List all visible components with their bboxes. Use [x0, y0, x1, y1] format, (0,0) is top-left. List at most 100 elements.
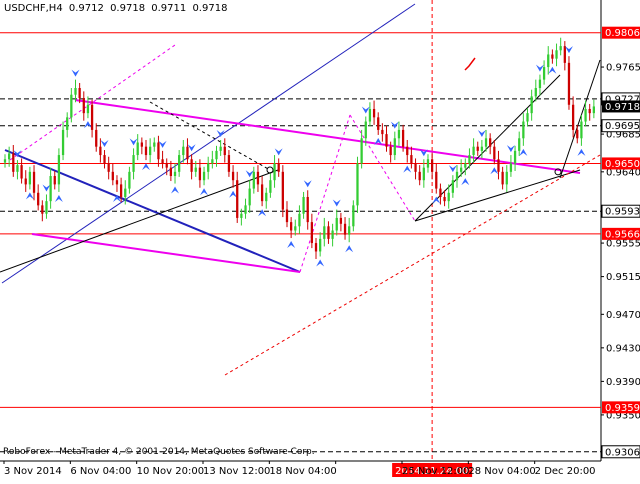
candle-body [314, 243, 318, 252]
candle-body [559, 46, 562, 51]
fractal-down-marker [245, 170, 254, 178]
candle-body [194, 167, 197, 172]
candle-body [418, 171, 421, 181]
y-tick-label: 0.9765 [606, 63, 640, 74]
candle-body [580, 121, 583, 139]
fractal-down-marker [42, 184, 51, 192]
candle-body [542, 67, 546, 80]
price-chart[interactable]: 0.98500.97650.97250.96850.96400.95950.95… [0, 0, 640, 480]
candle-body [526, 113, 529, 122]
candle-body [306, 196, 309, 223]
candle-body [430, 159, 434, 172]
candle-body [501, 171, 504, 185]
level-label: 0.9359 [605, 403, 640, 414]
candle-body [236, 180, 239, 218]
candle-body [260, 184, 264, 202]
candle-body [269, 180, 272, 193]
projection-line [149, 101, 271, 171]
candle-body [53, 176, 56, 185]
candle-body [435, 171, 438, 189]
channel-line [74, 99, 581, 174]
level-label: 0.9650 [605, 159, 640, 170]
y-tick-label: 0.9470 [606, 310, 640, 321]
candle-body [74, 88, 77, 95]
fractal-down-marker [158, 140, 167, 148]
candle-body [356, 163, 359, 206]
candle-body [497, 159, 500, 172]
candle-body [518, 138, 521, 151]
candle-body [37, 192, 40, 206]
candle-body [148, 146, 152, 156]
candle-body [277, 163, 280, 172]
open-value: 0.9712 [68, 3, 104, 14]
candle-body [534, 88, 537, 97]
candle-body [480, 146, 484, 151]
candle-body [182, 146, 185, 156]
fractal-up-marker [258, 209, 267, 217]
candle-body [49, 176, 52, 202]
candle-body [513, 150, 517, 164]
level-label: 0.9306 [605, 447, 640, 458]
y-tick-label: 0.9390 [606, 377, 640, 388]
candle-body [389, 146, 392, 156]
y-tick-label: 0.9430 [606, 343, 640, 354]
candle-body [571, 104, 575, 130]
fractal-up-marker [345, 245, 354, 253]
trend-line [559, 59, 601, 179]
candle-body [132, 155, 135, 172]
candle-body [111, 171, 114, 181]
candle-body [588, 108, 591, 114]
candle-body [231, 171, 235, 181]
fractal-down-marker [506, 145, 515, 153]
fractal-up-marker [83, 121, 92, 129]
candle-body [414, 163, 417, 172]
x-tick-label: 25 Nov 12:00 [402, 466, 469, 477]
checkmark-icon [464, 57, 476, 71]
level-label: 0.9695 [605, 121, 640, 132]
candle-body [310, 222, 314, 244]
chart-canvas: 0.98500.97650.97250.96850.96400.95950.95… [0, 0, 640, 477]
candle-body [61, 129, 65, 156]
candle-body [451, 180, 455, 193]
fractal-up-marker [461, 178, 470, 186]
copyright-text: RoboForex - MetaTrader 4, © 2001-2014, M… [3, 447, 315, 457]
candle-body [119, 184, 123, 197]
candle-body [219, 146, 222, 151]
candle-body [32, 171, 36, 193]
candle-body [331, 230, 334, 239]
x-tick-label: 3 Nov 2014 [4, 466, 62, 477]
candle-body [360, 138, 363, 164]
candle-body [223, 146, 226, 156]
candle-body [198, 167, 202, 181]
x-tick-label: 28 Nov 04:00 [468, 466, 535, 477]
x-tick-label: 13 Nov 12:00 [203, 466, 270, 477]
candle-body [489, 138, 492, 147]
candle-body [401, 129, 405, 147]
fractal-down-marker [332, 199, 341, 207]
candle-body [207, 163, 210, 172]
fractal-up-marker [229, 190, 238, 198]
candle-body [165, 163, 168, 168]
candle-body [592, 106, 595, 114]
candle-body [576, 129, 579, 139]
candle-body [169, 167, 173, 177]
fractal-up-marker [54, 194, 63, 202]
candle-body [530, 96, 533, 114]
candle-body [190, 159, 193, 172]
candle-body [509, 163, 513, 172]
candle-body [140, 142, 143, 147]
low-value: 0.9711 [151, 3, 187, 14]
candle-body [95, 129, 98, 147]
candle-body [211, 159, 214, 164]
candle-body [202, 171, 206, 181]
candle-body [24, 178, 27, 185]
level-label: 0.9718 [605, 102, 640, 113]
candle-body [227, 155, 231, 172]
candle-body [364, 121, 367, 139]
fractal-down-marker [303, 180, 312, 188]
candle-body [66, 117, 69, 130]
candle-body [381, 129, 384, 135]
candle-body [410, 155, 413, 164]
candle-body [128, 171, 131, 189]
candle-body [538, 79, 542, 89]
